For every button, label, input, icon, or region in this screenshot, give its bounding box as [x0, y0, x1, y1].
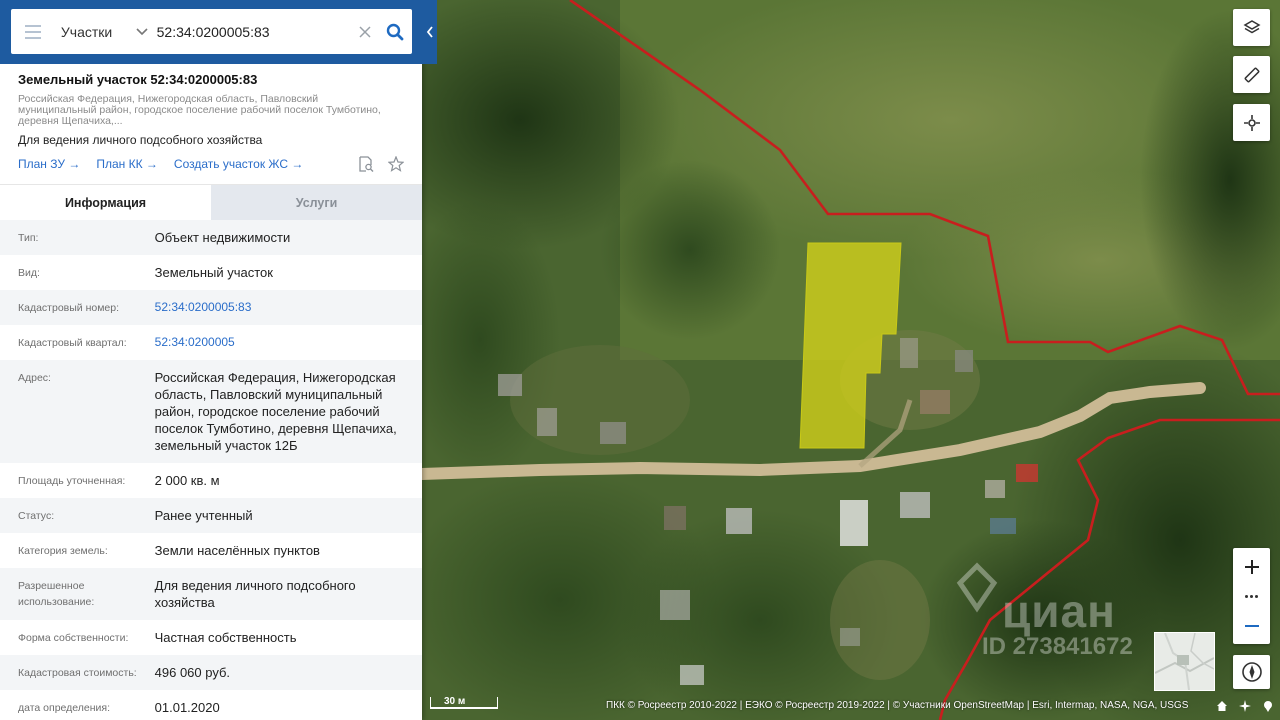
info-key: Форма собственности:	[18, 632, 129, 644]
object-header: Земельный участок 52:34:0200005:83 Росси…	[0, 64, 422, 172]
cadastral-quarter-link[interactable]: 52:34:0200005	[155, 334, 404, 351]
compass-button[interactable]	[1233, 655, 1270, 689]
close-icon[interactable]	[352, 9, 378, 54]
object-purpose: Для ведения личного подсобного хозяйства	[18, 133, 263, 147]
info-row-type: Тип: Объект недвижимости	[0, 220, 422, 255]
object-address-short: Российская Федерация, Нижегородская обла…	[18, 93, 381, 127]
layers-icon	[1242, 19, 1261, 33]
minimap[interactable]	[1154, 632, 1215, 691]
cadastral-number-link[interactable]: 52:34:0200005:83	[155, 299, 404, 316]
tab-services[interactable]: Услуги	[211, 185, 422, 220]
watermark-id: ID 273841672	[982, 633, 1133, 660]
info-value: Земельный участок	[154, 265, 273, 280]
info-value: 496 060 руб.	[154, 665, 231, 680]
info-key: Площадь уточненная:	[18, 475, 126, 487]
info-row-area: Площадь уточненная: 2 000 кв. м	[0, 463, 422, 498]
info-row-permitted-use: Разрешенное использование: Для ведения ли…	[0, 568, 422, 620]
collapse-panel-button[interactable]	[422, 0, 437, 64]
minimap-canvas	[1154, 632, 1215, 691]
zoom-more-button[interactable]	[1233, 585, 1270, 607]
info-row-address: Адрес: Российская Федерация, Нижегородска…	[0, 360, 422, 463]
home-icon[interactable]	[1216, 700, 1228, 712]
tab-bar: Информация Услуги	[0, 184, 422, 220]
menu-icon[interactable]	[11, 9, 55, 54]
search-icon[interactable]	[378, 9, 412, 54]
info-key: Разрешенное использование:	[18, 580, 95, 608]
info-row-land-category: Категория земель: Земли населённых пункто…	[0, 533, 422, 568]
zoom-in-button[interactable]	[1233, 548, 1270, 585]
info-value: Объект недвижимости	[154, 230, 291, 245]
minus-icon	[1244, 624, 1259, 627]
zoom-control	[1233, 548, 1270, 644]
info-row-kind: Вид: Земельный участок	[0, 255, 422, 290]
map-attribution: ПКК © Росреестр 2010-2022 | ЕЭКО © Росре…	[606, 700, 1189, 711]
chevron-down-icon[interactable]	[131, 27, 153, 36]
ruler-icon	[1244, 67, 1259, 82]
info-value: Частная собственность	[154, 630, 297, 645]
info-key: Статус:	[18, 510, 55, 522]
chevron-left-icon	[426, 26, 433, 38]
info-value: Для ведения личного подсобного хозяйства	[154, 578, 356, 610]
info-row-cadastral-number: Кадастровый номер: 52:34:0200005:83	[0, 290, 422, 325]
watermark-brand: циан	[1002, 585, 1116, 637]
category-select[interactable]: Участки	[55, 24, 131, 40]
compass-icon	[1241, 662, 1262, 682]
sparkle-icon[interactable]	[1238, 699, 1251, 712]
search-input[interactable]	[156, 23, 347, 40]
info-key: Кадастровый номер:	[18, 302, 120, 314]
info-row-status: Статус: Ранее учтенный	[0, 498, 422, 533]
star-icon[interactable]	[388, 156, 404, 172]
info-value: Земли населённых пунктов	[154, 543, 320, 558]
object-links: План ЗУ → План КК → Создать участок ЖС →	[18, 156, 404, 172]
info-value: 01.01.2020	[154, 700, 220, 715]
tab-information[interactable]: Информация	[0, 185, 211, 220]
info-key: Кадастровая стоимость:	[18, 667, 137, 679]
info-key: Кадастровый квартал:	[18, 337, 127, 349]
info-value: Российская Федерация, Нижегородская обла…	[154, 370, 397, 453]
info-value: 2 000 кв. м	[154, 473, 220, 488]
info-key: Тип:	[18, 232, 39, 244]
object-tools	[358, 156, 404, 172]
zoom-out-button[interactable]	[1233, 607, 1270, 644]
info-key: Вид:	[18, 267, 40, 279]
layers-button[interactable]	[1233, 9, 1270, 46]
search-box: Участки	[11, 9, 412, 54]
bottom-tools	[1210, 697, 1280, 714]
object-title: Земельный участок 52:34:0200005:83	[18, 72, 258, 87]
scale-label: 30 м	[444, 696, 466, 707]
measure-button[interactable]	[1233, 56, 1270, 93]
info-key: Адрес:	[18, 372, 51, 384]
locate-button[interactable]	[1233, 104, 1270, 141]
info-row-valuation-date: дата определения: 01.01.2020	[0, 690, 422, 720]
watermark-logo-icon	[956, 562, 998, 613]
info-key: дата определения:	[18, 702, 111, 714]
info-panel: Участки Земельный участок 52:34:0200005:…	[0, 0, 422, 720]
location-pin-icon[interactable]	[1262, 700, 1274, 712]
info-row-ownership: Форма собственности: Частная собственност…	[0, 620, 422, 655]
create-parcel-link[interactable]: Создать участок ЖС →	[174, 157, 303, 171]
document-search-icon[interactable]	[358, 156, 374, 172]
search-bar: Участки	[0, 0, 422, 64]
info-table: Тип: Объект недвижимости Вид: Земельный уч…	[0, 220, 422, 720]
info-key: Категория земель:	[18, 545, 108, 557]
info-row-cadastral-value: Кадастровая стоимость: 496 060 руб.	[0, 655, 422, 690]
plan-zu-link[interactable]: План ЗУ →	[18, 157, 80, 171]
crosshair-icon	[1243, 114, 1260, 131]
plus-icon	[1244, 559, 1259, 574]
plan-kk-link[interactable]: План КК →	[96, 157, 158, 171]
info-value: Ранее учтенный	[154, 508, 253, 523]
info-row-cadastral-quarter: Кадастровый квартал: 52:34:0200005	[0, 325, 422, 360]
